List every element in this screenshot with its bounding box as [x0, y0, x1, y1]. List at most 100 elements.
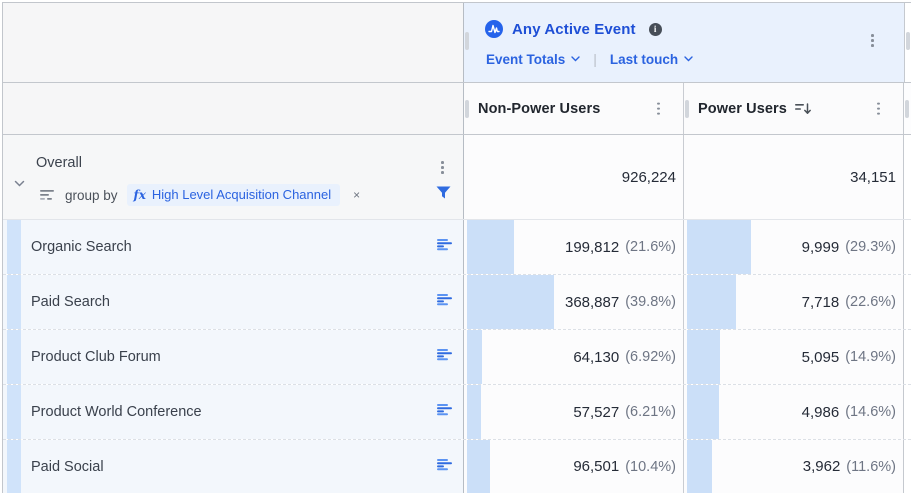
- analytics-table-view: Any Active Event i Event Totals | Last t…: [0, 0, 911, 493]
- breakdown-bars-icon[interactable]: [437, 238, 453, 256]
- cell-value: 368,887: [565, 294, 619, 311]
- attribution-selector[interactable]: Last touch: [610, 52, 693, 67]
- table-row: Paid Search 368,887 (39.8%) 7,718 (22.6%): [3, 274, 911, 329]
- cell-percentage: (6.92%): [625, 349, 676, 365]
- next-column-edge: [904, 385, 911, 439]
- percentage-bar: [687, 220, 751, 274]
- value-cell[interactable]: 64,130 (6.92%): [464, 330, 684, 384]
- column-resize-handle[interactable]: [465, 100, 469, 118]
- value-cell[interactable]: 57,527 (6.21%): [464, 385, 684, 439]
- group-by-property-chip[interactable]: fx High Level Acquisition Channel: [127, 184, 341, 206]
- overall-label-cell: Overall group by fx High Level Acquisiti…: [3, 135, 464, 219]
- info-icon[interactable]: i: [649, 23, 662, 36]
- value-cell[interactable]: 4,986(14.6%): [684, 385, 904, 439]
- column-resize-handle[interactable]: [465, 32, 469, 50]
- row-label-cell[interactable]: Product World Conference: [3, 385, 464, 439]
- group-by-icon: [40, 189, 56, 202]
- percentage-bar: [467, 275, 554, 329]
- breakdown-bars-icon[interactable]: [437, 348, 453, 366]
- row-label-cell[interactable]: Paid Social: [3, 440, 464, 493]
- chevron-down-icon: [571, 56, 580, 62]
- event-title-line: Any Active Event i: [485, 20, 662, 38]
- column-menu-button[interactable]: [654, 99, 663, 118]
- column-header-power-users[interactable]: Power Users: [684, 83, 904, 134]
- cell-value: 9,999: [802, 239, 840, 256]
- percentage-bar: [687, 330, 720, 384]
- value-cell[interactable]: 9,999 (29.3%): [684, 220, 904, 274]
- metric-selector[interactable]: Event Totals: [486, 52, 580, 67]
- cell-percentage: (14.6%): [845, 404, 896, 420]
- sort-descending-icon[interactable]: [795, 102, 812, 116]
- cell-percentage: (22.6%): [845, 294, 896, 310]
- row-label-cell[interactable]: Product Club Forum: [3, 330, 464, 384]
- row-label-cell[interactable]: Organic Search: [3, 220, 464, 274]
- remove-group-by-icon[interactable]: ×: [353, 188, 360, 202]
- cell-percentage: (39.8%): [625, 294, 676, 310]
- event-header-cell[interactable]: Any Active Event i Event Totals | Last t…: [464, 3, 905, 82]
- value-cell[interactable]: 199,812 (21.6%): [464, 220, 684, 274]
- percentage-bar: [467, 385, 481, 439]
- percentage-bar: [687, 275, 736, 329]
- column-resize-handle[interactable]: [906, 32, 910, 50]
- event-type-icon: [485, 20, 503, 38]
- collapse-chevron-icon[interactable]: [14, 174, 25, 192]
- overall-menu-button[interactable]: [438, 158, 447, 177]
- data-table: Any Active Event i Event Totals | Last t…: [2, 2, 911, 493]
- event-header-row: Any Active Event i Event Totals | Last t…: [3, 3, 911, 83]
- row-color-chip: [7, 385, 21, 439]
- cell-percentage: (10.4%): [625, 459, 676, 475]
- percentage-bar: [687, 440, 712, 493]
- percentage-bar: [467, 220, 514, 274]
- cell-value: 57,527: [573, 404, 619, 421]
- column-menu-button[interactable]: [874, 99, 883, 118]
- value-cell[interactable]: 96,501 (10.4%): [464, 440, 684, 493]
- column-resize-handle[interactable]: [905, 100, 909, 118]
- cell-percentage: (21.6%): [625, 239, 676, 255]
- row-label: Product World Conference: [31, 404, 202, 420]
- cell-value: 199,812: [565, 239, 619, 256]
- breakdown-bars-icon[interactable]: [437, 403, 453, 421]
- breakdown-bars-icon[interactable]: [437, 458, 453, 476]
- overall-label: Overall: [36, 155, 82, 171]
- cell-percentage: (14.9%): [845, 349, 896, 365]
- column-header-left-spacer: [3, 83, 464, 134]
- next-column-edge: [904, 275, 911, 329]
- table-row: Product Club Forum 64,130 (6.92%) 5,095(14.…: [3, 329, 911, 384]
- value-cell[interactable]: 3,962(11.6%): [684, 440, 904, 493]
- cell-percentage: (11.6%): [846, 459, 896, 475]
- row-color-chip: [7, 275, 21, 329]
- overall-value-cell-power[interactable]: 34,151: [684, 135, 904, 219]
- row-label: Product Club Forum: [31, 349, 161, 365]
- row-label: Paid Search: [31, 294, 110, 310]
- cell-percentage: (29.3%): [845, 239, 896, 255]
- next-column-edge: [904, 83, 911, 134]
- attribution-selector-label: Last touch: [610, 52, 678, 67]
- next-column-edge: [904, 220, 911, 274]
- event-menu-button[interactable]: [868, 31, 877, 50]
- value-cell[interactable]: 7,718 (22.6%): [684, 275, 904, 329]
- group-by-line: group by fx High Level Acquisition Chann…: [40, 184, 360, 206]
- cell-value: 96,501: [573, 458, 619, 475]
- table-row: Paid Social 96,501 (10.4%) 3,962(11.6%): [3, 439, 911, 493]
- row-color-chip: [7, 330, 21, 384]
- overall-value: 926,224: [622, 169, 676, 186]
- column-header-row: Non-Power Users Power Users: [3, 83, 911, 135]
- column-label: Non-Power Users: [478, 101, 600, 117]
- cell-value: 64,130: [573, 349, 619, 366]
- overall-value-cell-non-power[interactable]: 926,224: [464, 135, 684, 219]
- row-label-cell[interactable]: Paid Search: [3, 275, 464, 329]
- column-resize-handle[interactable]: [685, 100, 689, 118]
- value-cell[interactable]: 368,887 (39.8%): [464, 275, 684, 329]
- metric-selector-label: Event Totals: [486, 52, 565, 67]
- percentage-bar: [687, 385, 719, 439]
- next-column-edge: [905, 3, 911, 82]
- row-color-chip: [7, 440, 21, 493]
- breakdown-bars-icon[interactable]: [437, 293, 453, 311]
- cell-value: 7,718: [802, 294, 840, 311]
- filter-funnel-icon[interactable]: [436, 186, 451, 204]
- group-by-label: group by: [65, 188, 118, 203]
- value-cell[interactable]: 5,095(14.9%): [684, 330, 904, 384]
- column-header-non-power-users[interactable]: Non-Power Users: [464, 83, 684, 134]
- cell-percentage: (6.21%): [625, 404, 676, 420]
- event-name[interactable]: Any Active Event: [512, 21, 636, 38]
